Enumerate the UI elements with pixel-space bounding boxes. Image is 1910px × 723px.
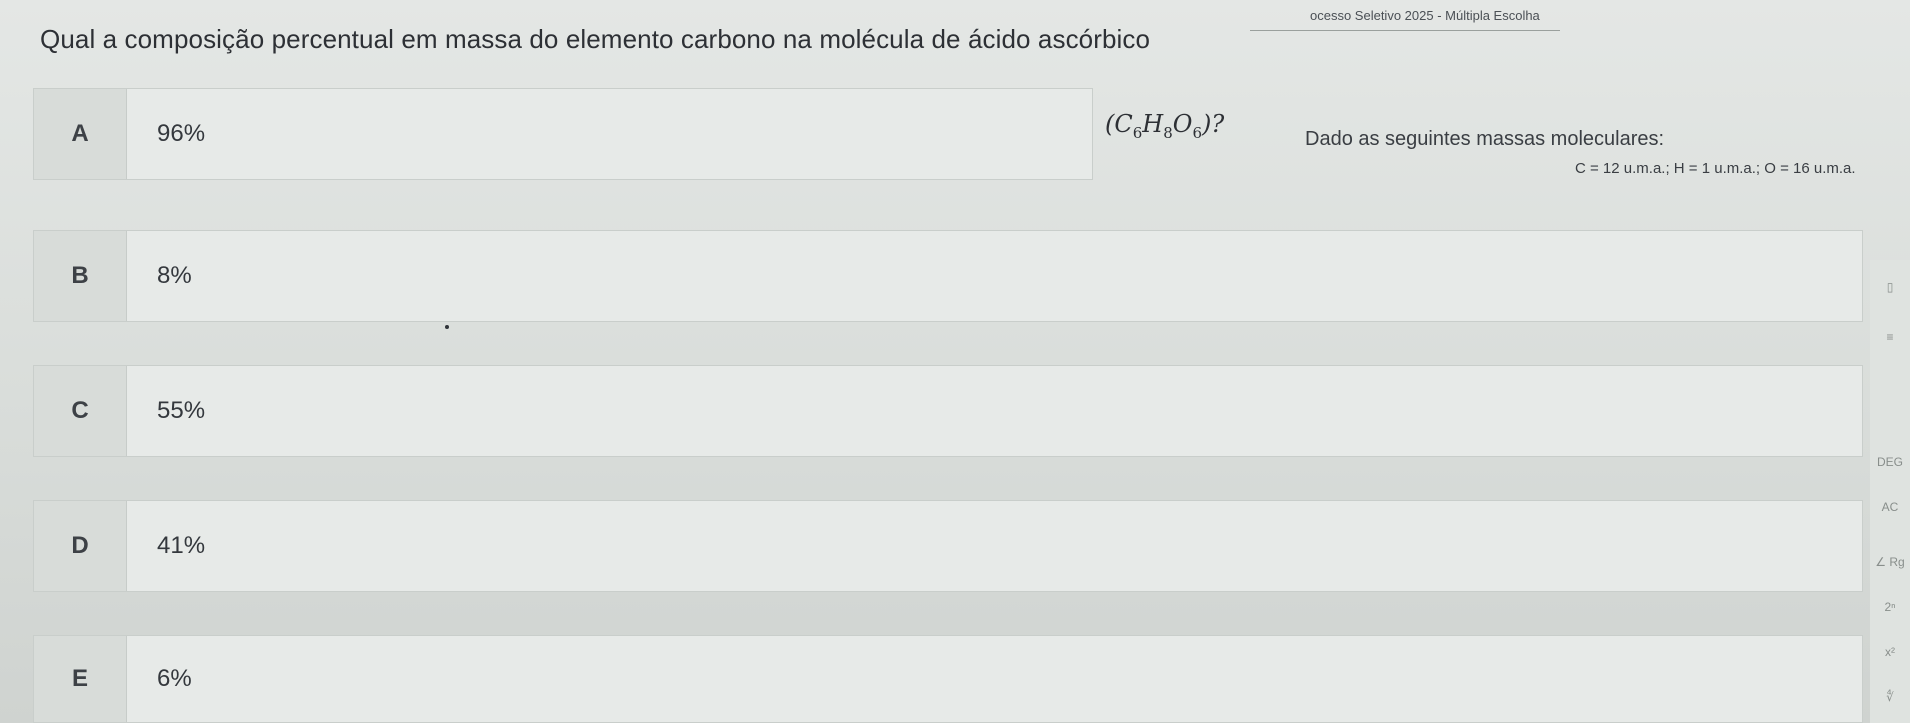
option-letter: C bbox=[34, 366, 127, 456]
option-value: 41% bbox=[157, 532, 206, 559]
option-c[interactable]: C 55% bbox=[33, 365, 1863, 457]
option-d[interactable]: D 41% bbox=[33, 500, 1863, 592]
option-letter: B bbox=[34, 231, 127, 321]
option-b[interactable]: B 8% bbox=[33, 230, 1863, 322]
option-value: 96% bbox=[157, 120, 206, 147]
formula-oxygen-sub: 6 bbox=[1192, 123, 1203, 142]
root-icon[interactable]: ∜ bbox=[1870, 690, 1910, 704]
option-value: 6% bbox=[157, 665, 192, 692]
formula-carbon-sub: 6 bbox=[1132, 123, 1143, 142]
option-value: 8% bbox=[157, 262, 192, 289]
header-divider bbox=[1250, 30, 1560, 31]
option-value: 55% bbox=[157, 397, 206, 424]
formula-open-paren: ( bbox=[1105, 110, 1115, 138]
option-letter: A bbox=[34, 89, 127, 179]
formula-hydrogen-sub: 8 bbox=[1163, 123, 1173, 142]
formula-carbon: C bbox=[1114, 110, 1133, 138]
option-letter: E bbox=[34, 636, 127, 722]
exam-header-title: ocesso Seletivo 2025 - Múltipla Escolha bbox=[1310, 8, 1540, 23]
formula-hydrogen: H bbox=[1142, 110, 1164, 138]
square-icon[interactable]: x² bbox=[1870, 645, 1910, 659]
ac-icon[interactable]: AC bbox=[1870, 500, 1910, 514]
angle-icon[interactable]: ∠ Rg bbox=[1870, 555, 1910, 569]
menu-icon[interactable]: ≡ bbox=[1870, 330, 1910, 344]
formula-close-paren: )? bbox=[1202, 110, 1225, 138]
exam-screen: ocesso Seletivo 2025 - Múltipla Escolha … bbox=[0, 0, 1910, 723]
chemical-formula: (C6H8O6)? bbox=[1105, 110, 1224, 142]
masses-values: C = 12 u.m.a.; H = 1 u.m.a.; O = 16 u.m.… bbox=[1575, 160, 1856, 177]
masses-intro: Dado as seguintes massas moleculares: bbox=[1305, 128, 1665, 150]
stray-dot bbox=[445, 325, 449, 329]
bookmark-icon[interactable]: ▯ bbox=[1870, 280, 1910, 294]
formula-oxygen: O bbox=[1172, 110, 1193, 138]
option-letter: D bbox=[34, 501, 127, 591]
option-e[interactable]: E 6% bbox=[33, 635, 1863, 723]
question-text: Qual a composição percentual em massa do… bbox=[40, 24, 1151, 54]
deg-icon[interactable]: DEG bbox=[1870, 455, 1910, 469]
power-icon[interactable]: 2ⁿ bbox=[1870, 600, 1910, 614]
calculator-side-panel: ▯ ≡ DEG AC ∠ Rg 2ⁿ x² ∜ bbox=[1870, 260, 1910, 723]
option-a[interactable]: A 96% bbox=[33, 88, 1093, 180]
